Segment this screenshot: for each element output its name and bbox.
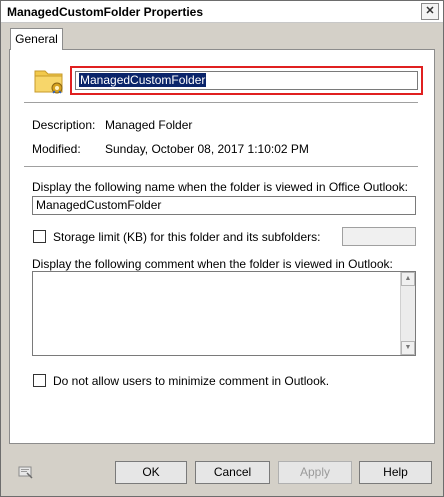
modified-value: Sunday, October 08, 2017 1:10:02 PM: [105, 142, 309, 156]
close-button[interactable]: ✕: [421, 3, 439, 20]
folder-name-highlight: ManagedCustomFolder: [70, 66, 423, 95]
storage-limit-input[interactable]: [342, 227, 416, 246]
ok-button[interactable]: OK: [115, 461, 187, 484]
managed-folder-icon: [34, 70, 63, 94]
tab-general[interactable]: General: [10, 28, 63, 50]
modified-label: Modified:: [32, 142, 81, 156]
help-context-icon: [18, 466, 33, 479]
no-minimize-label: Do not allow users to minimize comment i…: [53, 374, 330, 388]
window-title: ManagedCustomFolder Properties: [7, 5, 204, 19]
close-icon: ✕: [425, 5, 435, 17]
separator-top: [24, 102, 418, 103]
comment-scrollbar[interactable]: ▲ ▼: [400, 272, 415, 355]
general-tab-panel: ManagedCustomFolder Description: Managed…: [9, 49, 435, 444]
properties-dialog: ManagedCustomFolder Properties ✕ General…: [0, 0, 444, 497]
scroll-down-icon[interactable]: ▼: [401, 341, 415, 355]
storage-limit-label: Storage limit (KB) for this folder and i…: [53, 230, 321, 244]
comment-label: Display the following comment when the f…: [32, 257, 393, 271]
cancel-button[interactable]: Cancel: [195, 461, 270, 484]
storage-limit-checkbox[interactable]: [33, 230, 46, 243]
folder-name-input[interactable]: ManagedCustomFolder: [75, 71, 418, 90]
display-name-label: Display the following name when the fold…: [32, 180, 408, 194]
help-button[interactable]: Help: [359, 461, 432, 484]
description-label: Description:: [32, 118, 96, 132]
no-minimize-checkbox[interactable]: [33, 374, 46, 387]
folder-name-selected-text: ManagedCustomFolder: [79, 73, 207, 87]
description-value: Managed Folder: [105, 118, 193, 132]
comment-textarea[interactable]: ▲ ▼: [32, 271, 416, 356]
display-name-input[interactable]: ManagedCustomFolder: [32, 196, 416, 215]
apply-button[interactable]: Apply: [278, 461, 352, 484]
scroll-up-icon[interactable]: ▲: [401, 272, 415, 286]
separator-middle: [24, 166, 418, 167]
title-bar: ManagedCustomFolder Properties ✕: [1, 1, 443, 23]
